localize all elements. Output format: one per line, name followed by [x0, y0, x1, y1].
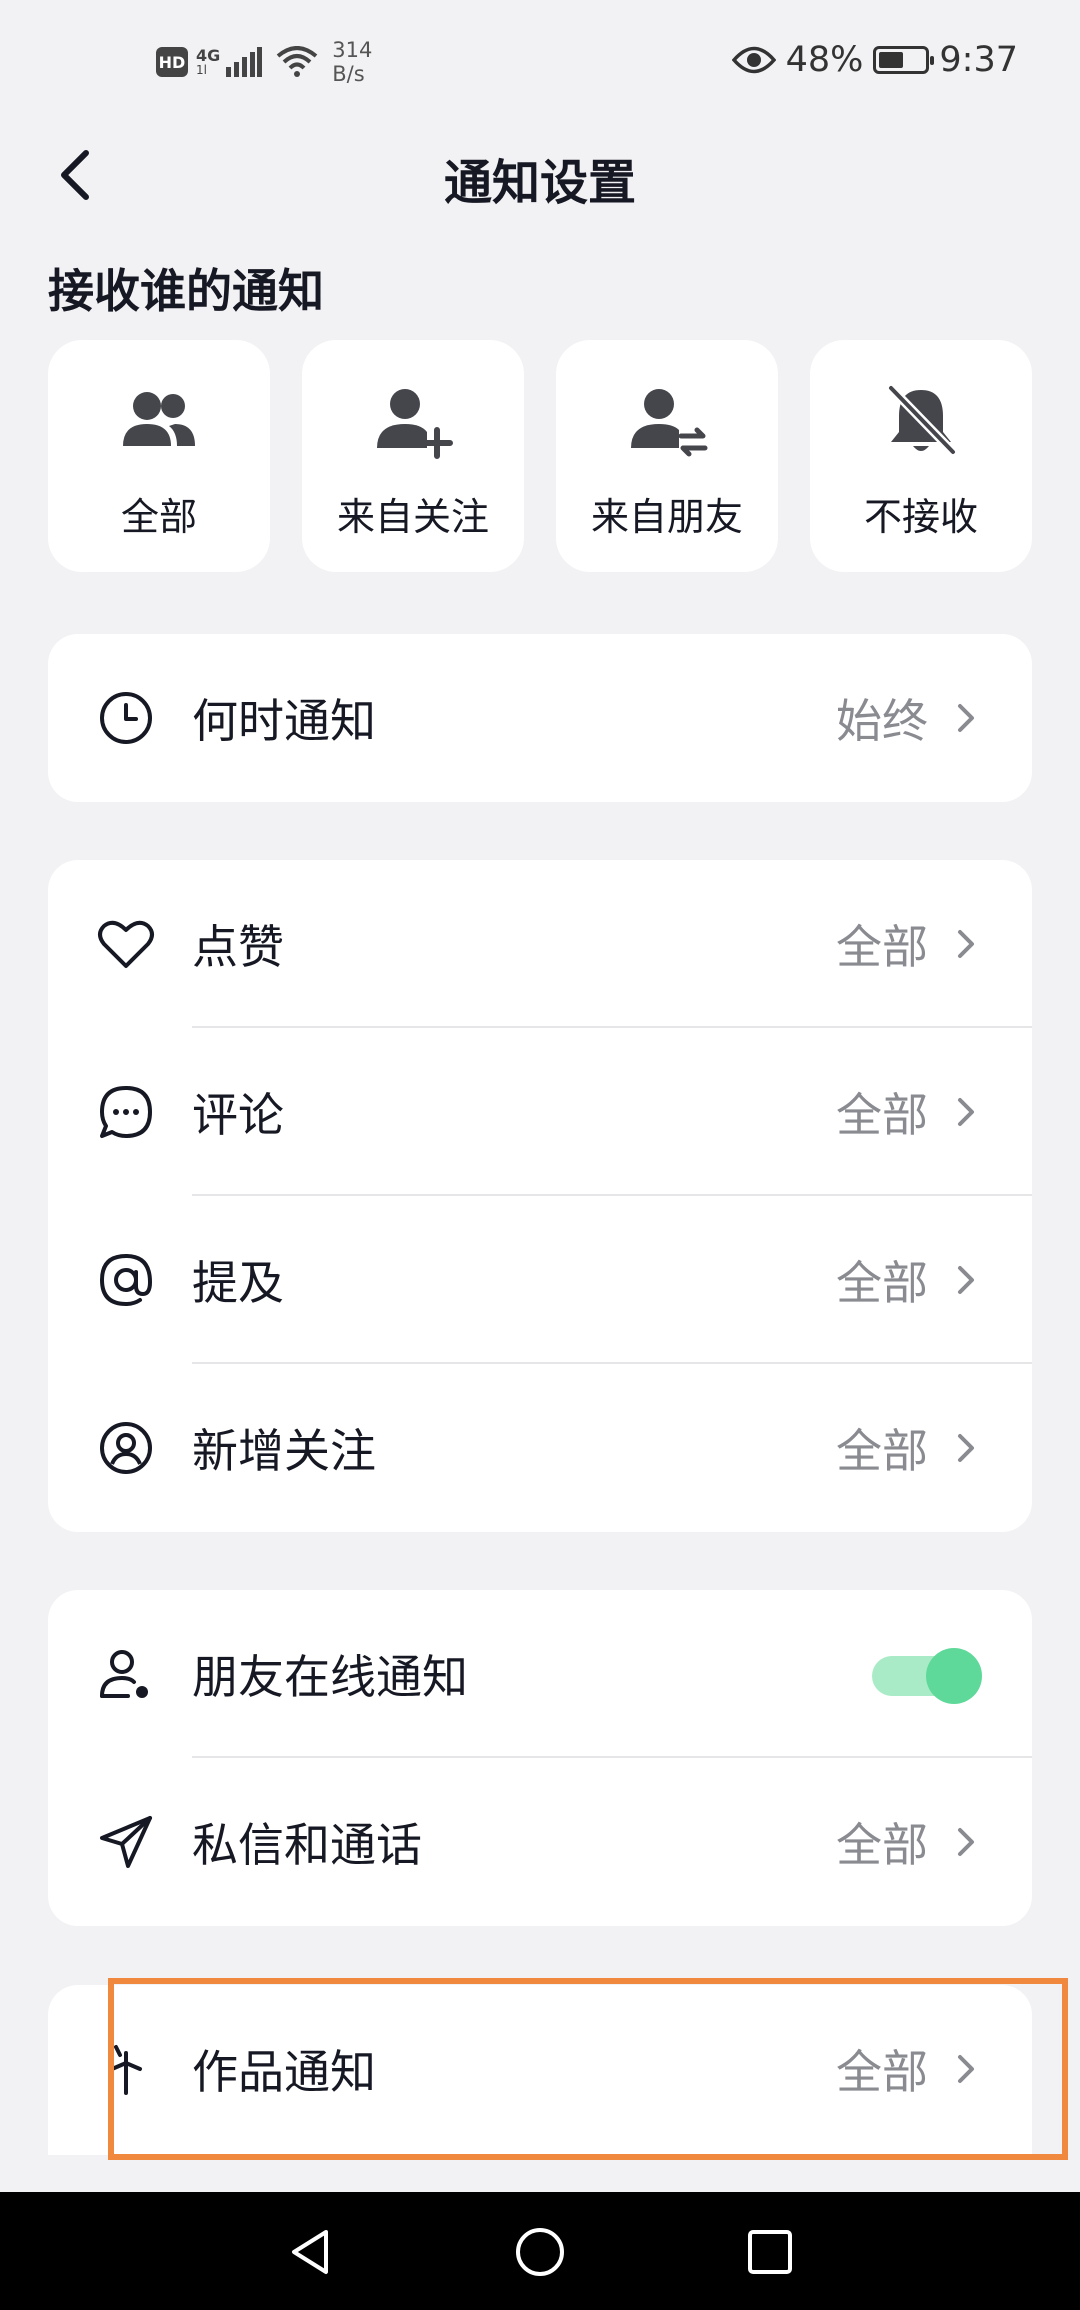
- row-value: 全部: [836, 1424, 928, 1478]
- bell-off-icon: [887, 384, 957, 456]
- chevron-right-icon: [958, 1266, 974, 1294]
- user-swap-icon: [631, 389, 708, 457]
- row-label: 提及: [192, 1256, 284, 1310]
- receive-option-label: 全部: [120, 495, 197, 539]
- receive-option-friends[interactable]: 来自朋友: [556, 340, 778, 572]
- row-label: 私信和通话: [192, 1818, 422, 1872]
- at-icon: [99, 1253, 153, 1307]
- row-label: 作品通知: [192, 2045, 376, 2099]
- system-nav-bar: [0, 2192, 1080, 2310]
- network-sub: 1l: [196, 63, 207, 77]
- row-label: 新增关注: [192, 1424, 376, 1478]
- network-speed: 314 B/s: [332, 38, 372, 86]
- sparkle-icon: [110, 2045, 142, 2095]
- send-icon: [100, 1816, 152, 1868]
- battery-icon: [873, 46, 935, 74]
- signal-icon: 4G 1l: [196, 46, 263, 77]
- interaction-card: 点赞 全部 评论 全部 提及 全部 新增关注 全部: [48, 860, 1032, 1532]
- receive-option-all[interactable]: 全部: [48, 340, 270, 572]
- when-card: 何时通知 始终: [48, 634, 1032, 802]
- row-friend-online: 朋友在线通知: [48, 1590, 1032, 1758]
- row-when-notify[interactable]: 何时通知 始终: [48, 634, 1032, 802]
- receive-section-title: 接收谁的通知: [48, 264, 324, 318]
- row-label: 点赞: [192, 920, 284, 974]
- toggle-knob: [926, 1648, 982, 1704]
- row-works-notify[interactable]: 作品通知 全部: [48, 1985, 1032, 2153]
- chevron-right-icon: [958, 1098, 974, 1126]
- eye-icon: [731, 46, 776, 74]
- receive-option-following[interactable]: 来自关注: [302, 340, 524, 572]
- chevron-right-icon: [958, 930, 974, 958]
- row-value: 全部: [836, 1818, 928, 1872]
- chevron-right-icon: [958, 1434, 974, 1462]
- friend-online-toggle[interactable]: [872, 1648, 982, 1704]
- network-type: 4G: [196, 46, 221, 65]
- chevron-right-icon: [958, 2055, 974, 2083]
- row-value: 始终: [836, 694, 928, 748]
- status-left: HD 4G 1l 314 B/s: [156, 38, 372, 86]
- friends-card: 朋友在线通知 私信和通话 全部: [48, 1590, 1032, 1926]
- receive-option-none[interactable]: 不接收: [810, 340, 1032, 572]
- row-label: 何时通知: [192, 694, 376, 748]
- user-add-icon: [377, 389, 453, 459]
- row-value: 全部: [836, 1256, 928, 1310]
- nav-back-icon[interactable]: [282, 2224, 338, 2280]
- row-label: 评论: [192, 1088, 284, 1142]
- receive-options: 全部 来自关注 来自朋友 不接收: [48, 340, 1032, 572]
- hd-badge: HD: [156, 47, 188, 77]
- page-title: 通知设置: [443, 155, 636, 211]
- row-new-followers[interactable]: 新增关注 全部: [48, 1364, 1032, 1532]
- status-right: 48% 9:37: [731, 40, 1018, 80]
- receive-option-label: 来自关注: [336, 495, 489, 539]
- clock-time: 9:37: [939, 40, 1018, 80]
- works-card: 作品通知 全部: [48, 1985, 1032, 2155]
- header: 通知设置: [0, 125, 1080, 225]
- users-icon: [123, 392, 195, 446]
- row-label: 朋友在线通知: [192, 1650, 468, 1704]
- row-value: 全部: [836, 920, 928, 974]
- speed-unit: B/s: [332, 62, 365, 86]
- row-mentions[interactable]: 提及 全部: [48, 1196, 1032, 1364]
- row-value: 全部: [836, 1088, 928, 1142]
- nav-recents-icon[interactable]: [742, 2224, 798, 2280]
- nav-home-icon[interactable]: [512, 2224, 568, 2280]
- heart-icon: [98, 920, 154, 968]
- clock-icon: [100, 692, 152, 744]
- row-messages-calls[interactable]: 私信和通话 全部: [48, 1758, 1032, 1926]
- status-bar: HD 4G 1l 314 B/s 48% 9:37: [0, 0, 1080, 125]
- wifi-icon: [276, 46, 318, 77]
- receive-option-label: 不接收: [863, 495, 978, 539]
- row-comments[interactable]: 评论 全部: [48, 1028, 1032, 1196]
- chevron-right-icon: [958, 704, 974, 732]
- comment-icon: [100, 1086, 152, 1138]
- user-circle-icon: [100, 1422, 152, 1474]
- receive-option-label: 来自朋友: [590, 495, 743, 539]
- battery-percent: 48%: [785, 40, 864, 80]
- row-value: 全部: [836, 2045, 928, 2099]
- speed-value: 314: [332, 38, 373, 62]
- row-likes[interactable]: 点赞 全部: [48, 860, 1032, 1028]
- user-online-icon: [100, 1650, 148, 1698]
- chevron-right-icon: [958, 1828, 974, 1856]
